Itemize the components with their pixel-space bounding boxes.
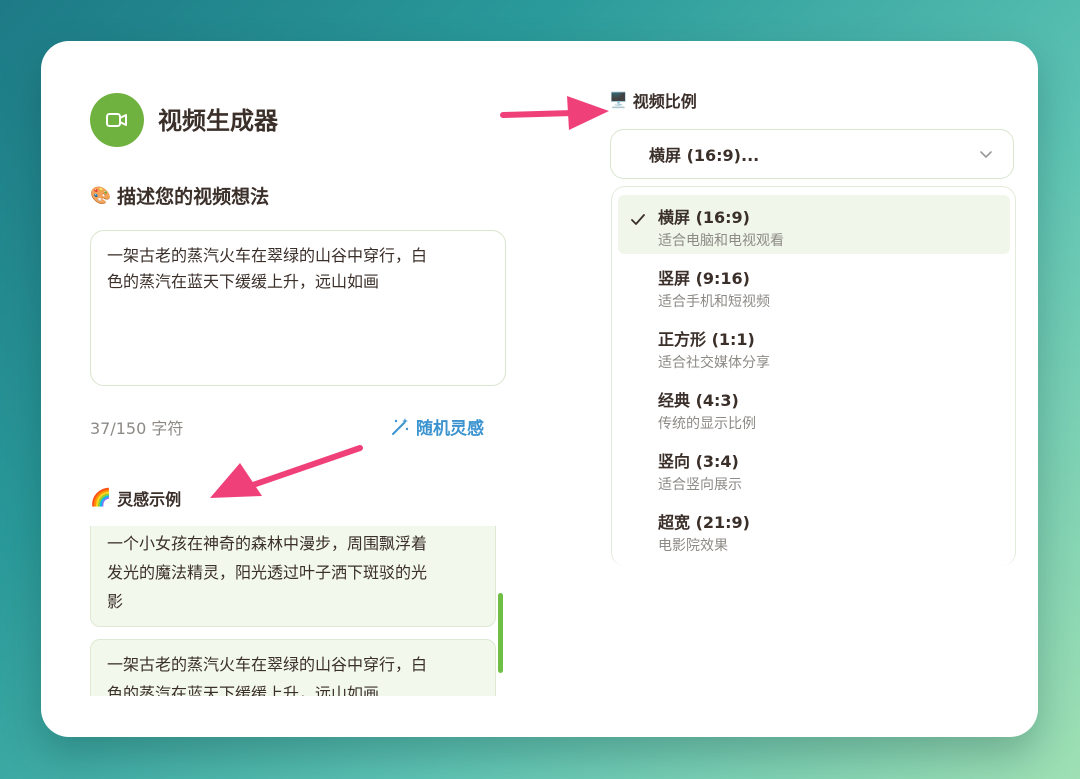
- ratio-option-ultrawide[interactable]: 超宽 (21:9) 电影院效果: [618, 500, 1010, 559]
- examples-section-title: 🌈 灵感示例: [90, 486, 181, 510]
- ratio-select-value: 横屏 (16:9)...: [649, 146, 760, 165]
- ratio-dropdown-menu: 横屏 (16:9) 适合电脑和电视观看 竖屏 (9:16) 适合手机和短视频 正…: [611, 186, 1016, 566]
- example-item[interactable]: 一架古老的蒸汽火车在翠绿的山谷中穿行，白 色的蒸汽在蓝天下缓缓上升，远山如画: [90, 639, 496, 696]
- ratio-option-desc: 适合社交媒体分享: [658, 355, 770, 371]
- ratio-section-title: 🖥️ 视频比例: [609, 88, 697, 112]
- example-text-line: 色的蒸汽在蓝天下缓缓上升，远山如画: [107, 684, 380, 696]
- examples-section-label: 灵感示例: [117, 490, 182, 509]
- example-item[interactable]: 一个小女孩在神奇的森林中漫步，周围飘浮着 发光的魔法精灵，阳光透过叶子洒下斑驳的…: [90, 526, 496, 627]
- example-text-line: 影: [107, 592, 124, 611]
- ratio-option-desc: 传统的显示比例: [658, 416, 756, 432]
- prompt-section-label: 描述您的视频想法: [117, 186, 270, 208]
- check-icon: [631, 214, 645, 225]
- magic-wand-icon: [392, 417, 409, 435]
- ratio-option-desc: 适合竖向展示: [658, 477, 742, 493]
- ratio-option-name: 横屏 (16:9): [658, 208, 750, 227]
- ratio-option-name: 竖向 (3:4): [658, 452, 739, 471]
- random-inspiration-label: 随机灵感: [416, 419, 484, 439]
- ratio-select[interactable]: 横屏 (16:9)...: [610, 129, 1014, 179]
- prompt-text-line: 色的蒸汽在蓝天下缓缓上升，远山如画: [107, 272, 380, 291]
- ratio-option-name: 超宽 (21:9): [658, 513, 750, 532]
- ratio-option-landscape[interactable]: 横屏 (16:9) 适合电脑和电视观看: [618, 195, 1010, 254]
- ratio-option-desc: 电影院效果: [658, 538, 728, 554]
- ratio-option-square[interactable]: 正方形 (1:1) 适合社交媒体分享: [618, 317, 1010, 376]
- app-card: 视频生成器 🎨 描述您的视频想法 一架古老的蒸汽火车在翠绿的山谷中穿行，白 色的…: [41, 41, 1038, 737]
- prompt-textarea[interactable]: 一架古老的蒸汽火车在翠绿的山谷中穿行，白 色的蒸汽在蓝天下缓缓上升，远山如画: [90, 230, 506, 386]
- ratio-option-desc: 适合手机和短视频: [658, 294, 770, 310]
- ratio-option-name: 正方形 (1:1): [658, 330, 755, 349]
- palette-icon: 🎨: [90, 185, 112, 206]
- example-text-line: 一架古老的蒸汽火车在翠绿的山谷中穿行，白: [107, 655, 428, 674]
- ratio-option-name: 竖屏 (9:16): [658, 269, 750, 288]
- examples-list[interactable]: 一个小女孩在神奇的森林中漫步，周围飘浮着 发光的魔法精灵，阳光透过叶子洒下斑驳的…: [90, 526, 504, 696]
- monitor-icon: 🖥️: [609, 91, 628, 109]
- video-camera-logo-icon: [90, 93, 144, 147]
- ratio-option-vertical[interactable]: 竖向 (3:4) 适合竖向展示: [618, 439, 1010, 498]
- example-text-line: 发光的魔法精灵，阳光透过叶子洒下斑驳的光: [107, 563, 428, 582]
- ratio-option-desc: 适合电脑和电视观看: [658, 233, 784, 249]
- prompt-section-title: 🎨 描述您的视频想法: [90, 182, 269, 209]
- random-inspiration-button[interactable]: 随机灵感: [390, 414, 484, 439]
- ratio-option-name: 经典 (4:3): [658, 391, 739, 410]
- chevron-down-icon: [980, 151, 992, 158]
- app-title: 视频生成器: [158, 107, 278, 135]
- ratio-section-label: 视频比例: [632, 92, 697, 111]
- char-counter: 37/150 字符: [90, 419, 184, 438]
- ratio-option-portrait[interactable]: 竖屏 (9:16) 适合手机和短视频: [618, 256, 1010, 315]
- example-text-line: 一个小女孩在神奇的森林中漫步，周围飘浮着: [107, 534, 428, 553]
- ratio-option-classic[interactable]: 经典 (4:3) 传统的显示比例: [618, 378, 1010, 437]
- rainbow-icon: 🌈: [90, 488, 112, 508]
- examples-scrollbar[interactable]: [498, 593, 503, 673]
- prompt-text-line: 一架古老的蒸汽火车在翠绿的山谷中穿行，白: [107, 246, 428, 265]
